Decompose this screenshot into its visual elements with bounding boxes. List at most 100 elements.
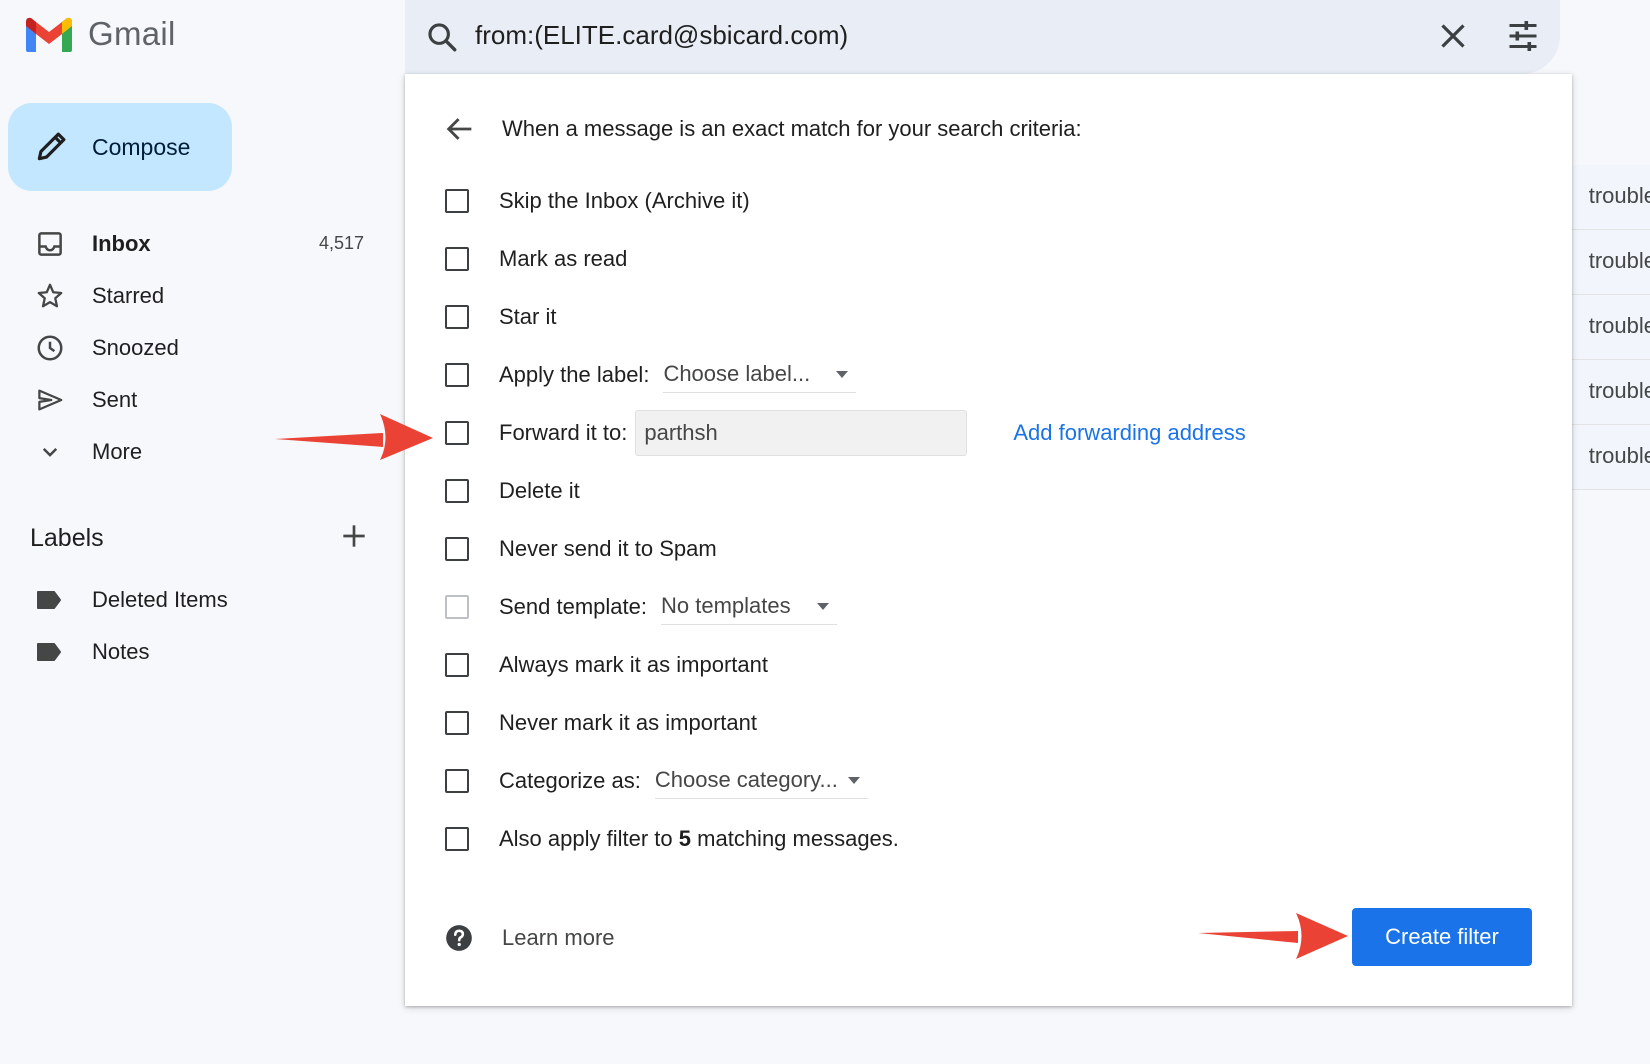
label-item-text: Deleted Items [92, 587, 228, 612]
star-icon [37, 283, 63, 308]
label-item-deleted-items[interactable]: Deleted Items [0, 575, 380, 625]
option-label: Mark as read [499, 246, 628, 271]
option-skip-inbox: Skip the Inbox (Archive it) [445, 181, 1525, 221]
option-label: Always mark it as important [499, 652, 768, 677]
send-icon [38, 389, 63, 411]
label-select-value: Choose label... [663, 361, 811, 386]
dropdown-arrow-icon [816, 602, 829, 610]
help-icon[interactable] [445, 924, 473, 952]
category-select-value: Choose category... [654, 767, 838, 792]
apply-label-checkbox[interactable] [445, 363, 469, 387]
label-icon [37, 643, 61, 661]
compose-label: Compose [92, 134, 191, 160]
sidebar-item-inbox[interactable]: Inbox 4,517 [0, 217, 380, 269]
always-important-checkbox[interactable] [445, 653, 469, 677]
also-apply-checkbox[interactable] [445, 827, 469, 851]
categorize-checkbox[interactable] [445, 769, 469, 793]
email-snippet: trouble [1588, 313, 1650, 338]
annotation-arrow-icon [275, 414, 433, 460]
never-important-checkbox[interactable] [445, 711, 469, 735]
email-snippet: trouble [1588, 248, 1650, 273]
option-forward: Forward it to: Add forwarding address [445, 410, 1525, 456]
email-row[interactable]: trouble [1560, 360, 1650, 425]
sidebar-item-label: More [92, 439, 143, 464]
gmail-logo[interactable]: Gmail [24, 14, 176, 54]
filter-criteria-text: When a message is an exact match for you… [502, 116, 1082, 141]
option-never-important: Never mark it as important [445, 703, 1525, 743]
option-label: Star it [499, 304, 557, 329]
label-select[interactable]: Choose label... [663, 357, 857, 393]
template-select[interactable]: No templates [660, 589, 837, 625]
email-row[interactable]: trouble [1560, 230, 1650, 295]
sidebar-item-label: Snoozed [92, 335, 179, 360]
option-label: Skip the Inbox (Archive it) [499, 188, 750, 213]
email-list-partial: trouble trouble trouble trouble trouble [1560, 165, 1650, 490]
option-label: Never send it to Spam [499, 536, 717, 561]
email-snippet: trouble [1588, 443, 1650, 468]
email-row[interactable]: trouble [1560, 165, 1650, 230]
option-label: Also apply filter to 5 matching messages… [499, 826, 899, 852]
filter-panel: When a message is an exact match for you… [405, 74, 1572, 1006]
option-label: Never mark it as important [499, 710, 757, 735]
close-icon[interactable] [1435, 18, 1471, 54]
send-template-checkbox[interactable] [445, 595, 469, 619]
chevron-down-icon [42, 447, 58, 457]
option-always-important: Always mark it as important [445, 645, 1525, 685]
search-icon[interactable] [425, 20, 459, 54]
option-never-spam: Never send it to Spam [445, 529, 1525, 569]
email-row[interactable]: trouble [1560, 425, 1650, 490]
annotation-arrow-icon [1198, 913, 1348, 959]
never-spam-checkbox[interactable] [445, 537, 469, 561]
option-label: Forward it to: [499, 420, 628, 445]
also-apply-pre: Also apply filter to [499, 826, 673, 851]
sidebar-item-label: Starred [92, 283, 165, 308]
dropdown-arrow-icon [836, 370, 849, 378]
option-label: Delete it [499, 478, 580, 503]
also-apply-post: matching messages. [697, 826, 899, 851]
email-snippet: trouble [1588, 378, 1650, 403]
mark-read-checkbox[interactable] [445, 247, 469, 271]
inbox-count: 4,517 [318, 233, 364, 253]
sidebar-item-starred[interactable]: Starred [0, 269, 380, 321]
email-row[interactable]: trouble [1560, 295, 1650, 360]
dropdown-arrow-icon [847, 776, 860, 784]
gmail-m-icon [26, 17, 72, 52]
back-arrow-icon[interactable] [443, 112, 477, 146]
search-options-icon[interactable] [1505, 18, 1541, 54]
option-delete: Delete it [445, 471, 1525, 511]
labels-heading: Labels [30, 524, 104, 552]
option-label: Apply the label: [499, 362, 650, 387]
add-forwarding-address-link[interactable]: Add forwarding address [1013, 420, 1245, 446]
sidebar-item-label: Inbox [92, 231, 151, 256]
pencil-icon [37, 132, 66, 161]
label-item-text: Notes [92, 639, 150, 664]
clock-icon [37, 335, 63, 361]
email-snippet: trouble [1588, 183, 1650, 208]
inbox-icon [38, 232, 62, 256]
create-filter-button[interactable]: Create filter [1352, 908, 1532, 966]
matching-count: 5 [678, 826, 692, 851]
star-checkbox[interactable] [445, 305, 469, 329]
option-star: Star it [445, 297, 1525, 337]
option-label: Categorize as: [499, 768, 641, 793]
template-select-value: No templates [660, 593, 791, 618]
option-send-template: Send template: No templates [445, 587, 1525, 627]
forward-address-field[interactable] [635, 410, 968, 456]
sidebar-item-label: Sent [92, 387, 138, 412]
label-icon [37, 591, 61, 609]
search-query[interactable]: from:(ELITE.card@sbicard.com) [475, 20, 848, 51]
search-bar[interactable]: from:(ELITE.card@sbicard.com) [405, 0, 1560, 74]
option-label: Send template: [499, 594, 647, 619]
plus-icon[interactable] [338, 520, 370, 552]
sidebar-item-snoozed[interactable]: Snoozed [0, 321, 380, 373]
delete-checkbox[interactable] [445, 479, 469, 503]
app-name: Gmail [88, 15, 176, 52]
option-mark-read: Mark as read [445, 239, 1525, 279]
category-select[interactable]: Choose category... [654, 763, 868, 799]
option-categorize: Categorize as: Choose category... [445, 761, 1525, 801]
learn-more-link[interactable]: Learn more [502, 925, 615, 951]
compose-button[interactable]: Compose [8, 103, 232, 191]
label-item-notes[interactable]: Notes [0, 627, 380, 677]
forward-checkbox[interactable] [445, 421, 469, 445]
skip-inbox-checkbox[interactable] [445, 189, 469, 213]
